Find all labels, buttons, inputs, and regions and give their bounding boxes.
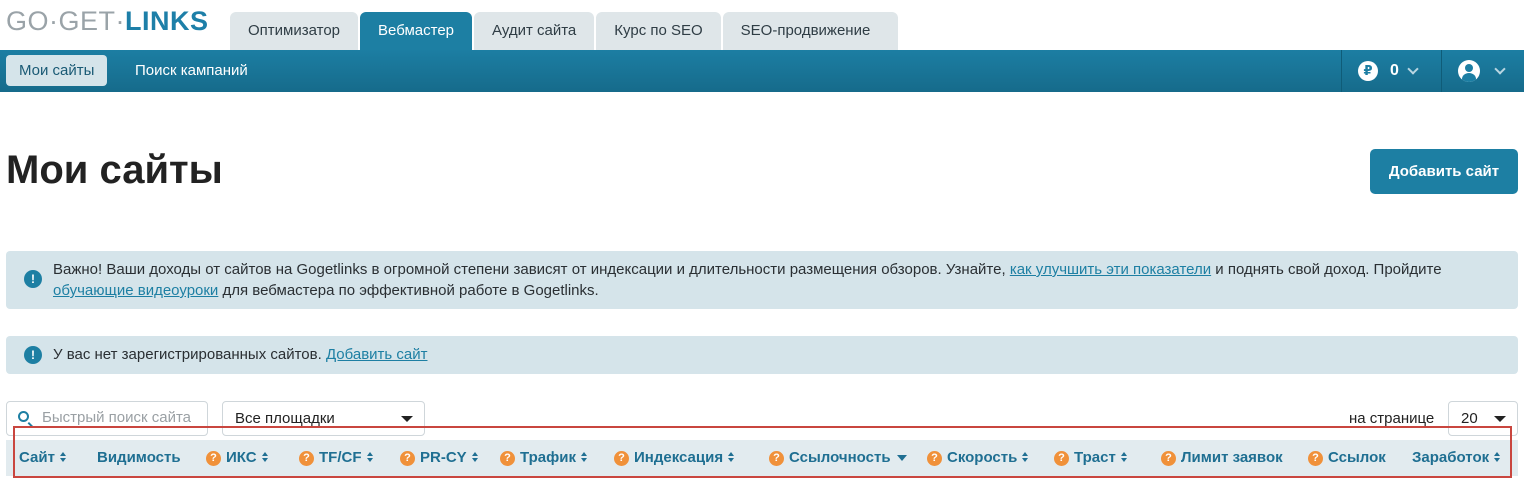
column-label: Сайт [19, 449, 55, 466]
platform-select-value: Все площадки [235, 410, 335, 427]
info-alert-no-sites: ! У вас нет зарегистрированных сайтов. Д… [6, 336, 1518, 374]
sort-icon [1120, 451, 1128, 463]
column-label: Заработок [1412, 449, 1490, 466]
sub-navigation: Мои сайты Поиск кампаний ₽ 0 [0, 50, 1524, 92]
balance-value: 0 [1390, 62, 1399, 79]
nav-my-sites[interactable]: Мои сайты [6, 55, 108, 86]
help-icon[interactable]: ? [1161, 451, 1176, 466]
tab-seo-promotion[interactable]: SEO-продвижение [722, 12, 899, 50]
column-label: Лимит заявок [1181, 449, 1283, 466]
tab-optimizer[interactable]: Оптимизатор [230, 12, 359, 50]
column-label: ИКС [226, 449, 257, 466]
column-site[interactable]: Сайт [19, 440, 67, 476]
quick-search [6, 401, 208, 436]
help-icon[interactable]: ? [614, 451, 629, 466]
column-speed[interactable]: ? Скорость [927, 440, 1029, 476]
per-page-select[interactable]: 20 [1448, 401, 1518, 436]
alert-text: Важно! Ваши доходы от сайтов на Gogetlin… [53, 261, 1010, 278]
column-label: Трафик [520, 449, 576, 466]
column-traffic[interactable]: ? Трафик [500, 440, 588, 476]
sort-icon [728, 451, 735, 463]
top-header: GO·GET·LINKS Оптимизатор Вебмастер Аудит… [0, 0, 1524, 50]
search-icon [18, 411, 29, 422]
column-earnings[interactable]: Заработок [1412, 440, 1501, 476]
logo-text-go-get: GO·GET· [6, 6, 125, 36]
alert-text: У вас нет зарегистрированных сайтов. [53, 346, 326, 363]
tab-webmaster[interactable]: Вебмастер [360, 12, 472, 50]
column-visibility[interactable]: Видимость [97, 440, 181, 476]
column-request-limit[interactable]: ? Лимит заявок [1161, 440, 1283, 476]
help-icon[interactable]: ? [400, 451, 415, 466]
help-icon[interactable]: ? [1054, 451, 1069, 466]
logo-text-links: LINKS [125, 6, 209, 36]
column-label: PR-CY [420, 449, 467, 466]
column-iks[interactable]: ? ИКС [206, 440, 269, 476]
help-icon[interactable]: ? [206, 451, 221, 466]
info-icon: ! [24, 346, 42, 364]
help-icon[interactable]: ? [500, 451, 515, 466]
product-tabs: Оптимизатор Вебмастер Аудит сайта Курс п… [230, 12, 900, 50]
page-title: Мои сайты [6, 148, 223, 192]
column-label: Скорость [947, 449, 1018, 466]
chevron-down-icon [1494, 63, 1506, 75]
alert-text: для вебмастера по эффективной работе в G… [218, 282, 599, 299]
search-input[interactable] [42, 409, 202, 426]
help-icon[interactable]: ? [769, 451, 784, 466]
column-label: Видимость [97, 449, 181, 466]
column-label: Ссылочность [789, 449, 891, 466]
tab-site-audit[interactable]: Аудит сайта [474, 12, 595, 50]
info-alert-indexing: ! Важно! Ваши доходы от сайтов на Gogetl… [6, 251, 1518, 309]
per-page-label: на странице [1349, 410, 1435, 427]
sort-icon [471, 451, 479, 463]
logo[interactable]: GO·GET·LINKS [6, 6, 209, 37]
sort-icon [1022, 451, 1029, 463]
sort-icon [59, 451, 67, 463]
sort-desc-icon [896, 455, 907, 462]
help-icon[interactable]: ? [1308, 451, 1323, 466]
sort-icon [261, 451, 269, 463]
column-tf-cf[interactable]: ? TF/CF [299, 440, 374, 476]
column-label: Ссылок [1328, 449, 1386, 466]
nav-search-campaigns[interactable]: Поиск кампаний [122, 55, 261, 86]
video-lessons-link[interactable]: обучающие видеоуроки [53, 282, 218, 299]
sort-icon [366, 451, 374, 463]
column-links[interactable]: ? Ссылок [1308, 440, 1386, 476]
improve-metrics-link[interactable]: как улучшить эти показатели [1010, 261, 1211, 278]
chevron-down-icon [1407, 63, 1419, 75]
caret-down-icon [1494, 416, 1506, 422]
add-site-button[interactable]: Добавить сайт [1370, 149, 1518, 194]
sort-icon [1494, 451, 1501, 463]
sort-icon [580, 451, 588, 463]
add-site-link[interactable]: Добавить сайт [326, 346, 428, 363]
column-pr-cy[interactable]: ? PR-CY [400, 440, 479, 476]
column-label: Индексация [634, 449, 724, 466]
user-menu-dropdown[interactable] [1441, 50, 1524, 92]
platform-select[interactable]: Все площадки [222, 401, 425, 436]
tab-seo-course[interactable]: Курс по SEO [596, 12, 721, 50]
column-indexing[interactable]: ? Индексация [614, 440, 735, 476]
help-icon[interactable]: ? [927, 451, 942, 466]
ruble-icon: ₽ [1358, 61, 1378, 81]
column-label: Траст [1074, 449, 1116, 466]
balance-dropdown[interactable]: ₽ 0 [1341, 50, 1441, 92]
per-page-value: 20 [1461, 410, 1478, 427]
help-icon[interactable]: ? [299, 451, 314, 466]
column-label: TF/CF [319, 449, 362, 466]
column-link-density[interactable]: ? Ссылочность [769, 440, 907, 476]
column-trust[interactable]: ? Траст [1054, 440, 1128, 476]
user-avatar-icon [1458, 60, 1480, 82]
caret-down-icon [401, 416, 413, 422]
sites-table-header: Сайт Видимость ? ИКС ? TF/CF ? PR-CY ? Трафи… [6, 440, 1518, 476]
alert-text: и поднять свой доход. Пройдите [1211, 261, 1442, 278]
info-icon: ! [24, 270, 42, 288]
